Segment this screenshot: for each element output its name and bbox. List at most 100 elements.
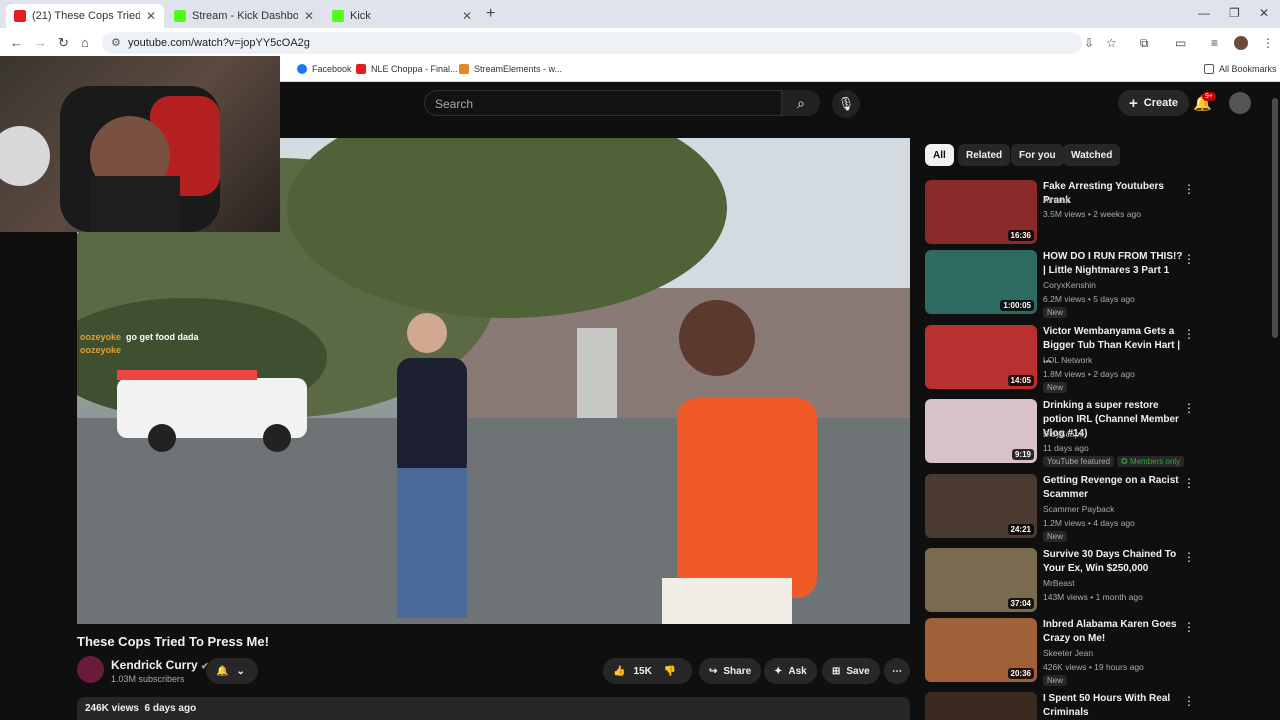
chip-watched[interactable]: Watched <box>1063 144 1121 166</box>
voice-search-button[interactable]: 🎙 <box>832 90 860 118</box>
video-thumbnail[interactable]: 20:36 <box>925 618 1037 682</box>
back-icon[interactable]: ← <box>10 35 23 50</box>
facebook-icon <box>297 64 307 74</box>
recommendation-item[interactable]: 24:21 Getting Revenge on a Racist Scamme… <box>925 474 1195 542</box>
new-tab-icon[interactable]: + <box>486 5 495 23</box>
share-button[interactable]: ↪ Share <box>699 658 762 684</box>
browser-tab-youtube[interactable]: (21) These Cops Tried To Press ✕ <box>6 4 164 28</box>
like-icon[interactable]: 👍 <box>613 666 625 677</box>
site-info-icon[interactable]: ⚙ <box>111 36 121 49</box>
search-input[interactable]: Search <box>424 90 782 116</box>
video-title: These Cops Tried To Press Me! <box>77 634 269 649</box>
more-options-icon[interactable]: ⋮ <box>1183 476 1195 490</box>
video-thumbnail[interactable]: 37:04 <box>925 548 1037 612</box>
reload-icon[interactable]: ↻ <box>58 35 69 51</box>
address-bar[interactable]: ⚙ youtube.com/watch?v=jopYY5cOA2g <box>102 32 1082 54</box>
browser-tab-kick[interactable]: Kick ✕ <box>324 4 480 28</box>
video-thumbnail[interactable] <box>925 692 1037 720</box>
ask-button[interactable]: ✦ Ask <box>764 658 817 684</box>
recommendation-item[interactable]: 14:05 Victor Wembanyama Gets a Bigger Tu… <box>925 325 1195 393</box>
all-bookmarks-label: All Bookmarks <box>1219 64 1277 74</box>
ask-label: Ask <box>788 665 807 677</box>
menu-icon[interactable]: ⋮ <box>1262 36 1274 50</box>
forward-icon[interactable]: → <box>34 35 47 50</box>
dislike-icon[interactable]: 👎 <box>664 666 676 677</box>
streamer-webcam-image <box>0 86 220 232</box>
chat-user: oozeyoke <box>80 345 122 355</box>
video-thumbnail[interactable]: 9:19 <box>925 399 1037 463</box>
more-options-icon[interactable]: ⋮ <box>1183 252 1195 266</box>
account-avatar[interactable] <box>1229 92 1251 114</box>
search-button[interactable]: ⌕ <box>782 90 820 116</box>
browser-tab-kick-dashboard[interactable]: Stream - Kick Dashboard ✕ <box>166 4 322 28</box>
close-window-icon[interactable]: ✕ <box>1259 6 1269 20</box>
more-options-icon[interactable]: ⋮ <box>1183 620 1195 634</box>
recommendation-item[interactable]: 1:00:05 HOW DO I RUN FROM THIS!? | Littl… <box>925 250 1195 318</box>
all-bookmarks[interactable]: All Bookmarks <box>1204 64 1277 74</box>
notification-badge: 9+ <box>1202 92 1216 101</box>
new-badge: New <box>1043 675 1068 686</box>
save-label: Save <box>846 665 870 677</box>
tab-title: Kick <box>350 10 371 22</box>
share-label: Share <box>723 665 752 677</box>
streamelements-icon <box>459 64 469 74</box>
share-icon: ↪ <box>709 665 718 677</box>
bookmark-star-icon[interactable]: ☆ <box>1106 36 1117 50</box>
rec-meta: 11 days ago <box>1043 443 1089 453</box>
video-thumbnail[interactable]: 1:00:05 <box>925 250 1037 314</box>
create-button[interactable]: + Create <box>1118 90 1190 116</box>
bookmark-facebook[interactable]: Facebook <box>297 64 352 74</box>
restore-icon[interactable]: ❐ <box>1229 6 1240 20</box>
create-label: Create <box>1143 97 1179 109</box>
rec-channel: Skeeter Jean <box>1043 648 1094 658</box>
close-tab-icon[interactable]: ✕ <box>462 9 472 23</box>
recommendation-item[interactable]: 9:19 Drinking a super restore potion IRL… <box>925 399 1195 467</box>
subscribed-notifications-button[interactable]: 🔔 ⌄ <box>206 658 258 684</box>
close-tab-icon[interactable]: ✕ <box>304 9 314 23</box>
recommendation-item[interactable]: I Spent 50 Hours With Real Criminals ⋮ <box>925 692 1195 720</box>
chip-related[interactable]: Related <box>958 144 1011 166</box>
page-scrollbar[interactable] <box>1272 98 1278 338</box>
chip-for-you[interactable]: For you <box>1011 144 1064 166</box>
bookmark-label: StreamElements - w... <box>474 64 563 74</box>
more-actions-button[interactable]: ⋯ <box>884 658 910 684</box>
extensions-icon[interactable]: ⧉ <box>1140 36 1149 51</box>
video-thumbnail[interactable]: 16:36 <box>925 180 1037 244</box>
more-options-icon[interactable]: ⋮ <box>1183 550 1195 564</box>
subscriber-count: 1.03M subscribers <box>111 674 185 684</box>
rec-meta: 3.5M views • 2 weeks ago <box>1043 209 1141 219</box>
chip-label: All <box>933 149 946 161</box>
chat-message: oozeyoke <box>80 345 199 355</box>
upload-age: 6 days ago <box>144 703 197 714</box>
rec-meta: 426K views • 19 hours ago <box>1043 662 1144 672</box>
video-thumbnail[interactable]: 14:05 <box>925 325 1037 389</box>
bookmark-nle-choppa[interactable]: NLE Choppa - Final... <box>356 64 458 74</box>
save-button[interactable]: ⊞ Save <box>822 658 880 684</box>
channel-avatar[interactable] <box>77 656 104 683</box>
home-icon[interactable]: ⌂ <box>81 35 89 50</box>
microphone-icon: 🎙 <box>837 96 855 111</box>
more-options-icon[interactable]: ⋮ <box>1183 694 1195 708</box>
rec-channel: MrBeast <box>1043 578 1075 588</box>
minimize-icon[interactable]: — <box>1198 6 1210 20</box>
recommendation-item[interactable]: 16:36 Fake Arresting Youtubers Prank Air… <box>925 180 1195 246</box>
channel-name[interactable]: Kendrick Curry ✔ <box>111 658 209 672</box>
close-tab-icon[interactable]: ✕ <box>146 9 156 23</box>
bookmark-streamelements[interactable]: StreamElements - w... <box>459 64 562 74</box>
chip-all[interactable]: All <box>925 144 954 166</box>
video-thumbnail[interactable]: 24:21 <box>925 474 1037 538</box>
reading-list-icon[interactable]: ≡ <box>1211 36 1218 50</box>
more-options-icon[interactable]: ⋮ <box>1183 182 1195 196</box>
recommendation-item[interactable]: 20:36 Inbred Alabama Karen Goes Crazy on… <box>925 618 1195 686</box>
more-options-icon[interactable]: ⋮ <box>1183 401 1195 415</box>
install-app-icon[interactable]: ⇩ <box>1084 36 1094 50</box>
description-box[interactable]: 246K views 6 days ago <box>77 697 910 720</box>
recommendation-item[interactable]: 37:04 Survive 30 Days Chained To Your Ex… <box>925 548 1195 614</box>
more-options-icon[interactable]: ⋮ <box>1183 327 1195 341</box>
webcam-overlay <box>0 56 280 232</box>
profile-avatar[interactable] <box>1234 36 1248 50</box>
cast-icon[interactable]: ▭ <box>1175 36 1186 50</box>
save-icon: ⊞ <box>832 665 841 677</box>
like-dislike-group: 👍 15K 👎 <box>603 658 692 684</box>
chip-label: For you <box>1019 149 1056 161</box>
